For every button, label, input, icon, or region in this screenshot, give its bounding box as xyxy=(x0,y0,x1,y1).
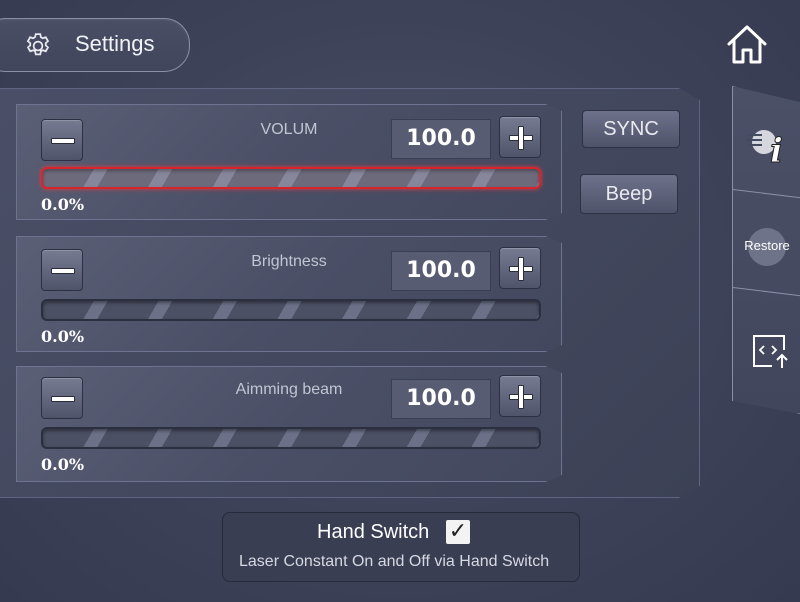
export-icon[interactable] xyxy=(752,334,792,370)
brightness-control: Brightness 100.0 0.0% xyxy=(16,236,562,352)
settings-header: Settings xyxy=(0,18,190,72)
aiming-beam-value: 100.0 xyxy=(391,379,491,419)
volume-control: VOLUM 100.0 0.0% xyxy=(16,104,562,220)
volume-percent: 0.0% xyxy=(41,195,85,214)
brightness-decrease-button[interactable] xyxy=(41,249,83,291)
aiming-beam-percent: 0.0% xyxy=(41,455,85,474)
brightness-value: 100.0 xyxy=(391,251,491,291)
restore-label[interactable]: Restore xyxy=(733,238,800,253)
volume-increase-button[interactable] xyxy=(499,116,541,158)
brightness-label: Brightness xyxy=(251,253,327,270)
hand-switch-title: Hand Switch xyxy=(317,521,430,543)
brightness-increase-button[interactable] xyxy=(499,247,541,289)
gear-icon xyxy=(26,33,50,56)
hand-switch-checkbox[interactable]: ✓ xyxy=(446,520,470,544)
sync-button[interactable]: SYNC xyxy=(582,110,680,148)
volume-decrease-button[interactable] xyxy=(41,119,83,161)
info-icon[interactable]: i xyxy=(744,124,792,166)
page-title: Settings xyxy=(75,31,155,56)
volume-label: VOLUM xyxy=(260,121,318,138)
aiming-beam-decrease-button[interactable] xyxy=(41,377,83,419)
sidebar-divider xyxy=(732,287,800,297)
aiming-beam-label: Aimming beam xyxy=(235,381,343,398)
svg-text:i: i xyxy=(770,131,783,166)
sidebar-divider xyxy=(732,189,800,199)
beep-button[interactable]: Beep xyxy=(580,174,678,214)
aiming-beam-slider[interactable] xyxy=(41,427,541,449)
home-icon[interactable] xyxy=(724,22,770,68)
brightness-percent: 0.0% xyxy=(41,327,85,346)
volume-slider[interactable] xyxy=(41,167,541,189)
aiming-beam-control: Aimming beam 100.0 0.0% xyxy=(16,366,562,482)
hand-switch-description: Laser Constant On and Off via Hand Switc… xyxy=(239,553,550,570)
brightness-slider[interactable] xyxy=(41,299,541,321)
volume-value: 100.0 xyxy=(391,119,491,159)
hand-switch-panel: Hand Switch ✓ Laser Constant On and Off … xyxy=(222,512,580,582)
aiming-beam-increase-button[interactable] xyxy=(499,375,541,417)
